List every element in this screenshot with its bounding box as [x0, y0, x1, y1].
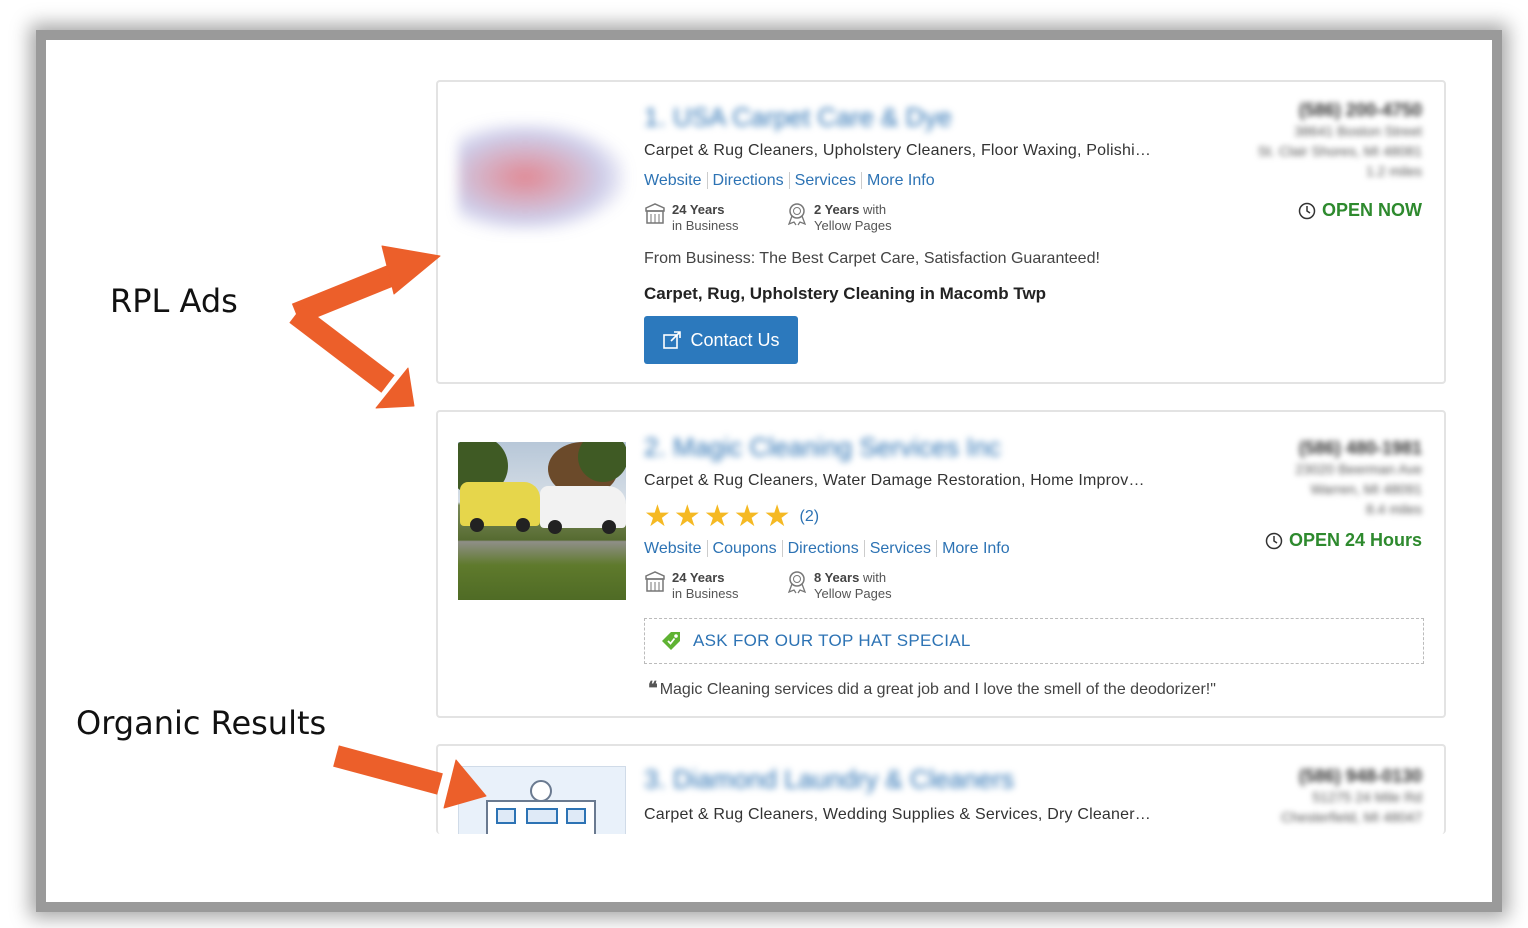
- storefront-icon: [645, 571, 665, 592]
- years-yp-label: Yellow Pages: [814, 586, 892, 601]
- services-link[interactable]: Services: [869, 540, 938, 557]
- listing-headline: Carpet, Rug, Upholstery Cleaning in Maco…: [644, 284, 1047, 303]
- review-text: Magic Cleaning services did a great job …: [659, 681, 1216, 698]
- business-photo[interactable]: [458, 442, 626, 600]
- external-edit-icon: [663, 331, 682, 349]
- business-placeholder-image[interactable]: [458, 766, 626, 834]
- review-snippet: ❝ Magic Cleaning services did a great job…: [648, 678, 1216, 699]
- open-status: OPEN NOW: [1298, 200, 1422, 221]
- street-address: 38641 Boston Street: [1294, 123, 1422, 139]
- years-yp-value: 8 Years: [814, 570, 860, 585]
- years-with-yp: 8 Years with Yellow Pages: [786, 570, 892, 602]
- years-yp-label: Yellow Pages: [814, 218, 892, 233]
- open-status: OPEN 24 Hours: [1265, 530, 1422, 551]
- business-logo[interactable]: [458, 122, 626, 232]
- contact-info: (586) 948-0130 51275 24 Mile Rd Chesterf…: [1281, 766, 1422, 827]
- price-tag-icon: [662, 632, 680, 650]
- listing-title[interactable]: 1. USA Carpet Care & Dye: [644, 102, 952, 133]
- directions-link[interactable]: Directions: [787, 540, 865, 557]
- building-icon: [486, 780, 596, 834]
- listing-links: Website Coupons Directions Services More Inf…: [644, 540, 1020, 558]
- quote-icon: ❝: [648, 678, 658, 698]
- phone-number[interactable]: (586) 948-0130: [1281, 766, 1422, 787]
- review-count[interactable]: (2): [800, 508, 820, 526]
- phone-number[interactable]: (586) 480-1981: [1295, 438, 1422, 459]
- more-info-link[interactable]: More Info: [867, 172, 940, 189]
- star-icon: ★: [763, 500, 791, 533]
- years-yp-value: 2 Years: [814, 202, 860, 217]
- website-link[interactable]: Website: [644, 172, 708, 189]
- listing-title[interactable]: 3. Diamond Laundry & Cleaners: [644, 764, 1014, 795]
- services-link[interactable]: Services: [794, 172, 863, 189]
- listing-card-3: 3. Diamond Laundry & Cleaners Carpet & R…: [436, 744, 1446, 834]
- years-business-label: in Business: [672, 586, 739, 601]
- city-address: St. Clair Shores, MI 48081: [1257, 143, 1422, 159]
- star-icon: ★: [644, 500, 671, 533]
- open-status-label: OPEN 24 Hours: [1288, 530, 1422, 550]
- star-icon: ★: [703, 500, 731, 533]
- street-address: 23020 Beerman Ave: [1295, 461, 1422, 477]
- years-with-yp: 2 Years with Yellow Pages: [786, 202, 892, 234]
- storefront-icon: [645, 203, 665, 224]
- award-ribbon-icon: [787, 571, 807, 594]
- annotation-rpl-ads: RPL Ads: [110, 282, 238, 320]
- star-icon: ★: [733, 500, 761, 533]
- years-yp-with: with: [862, 202, 887, 217]
- years-in-business: 24 Years in Business: [644, 202, 738, 234]
- contact-info: (586) 200-4750 38641 Boston Street St. C…: [1258, 100, 1422, 181]
- listing-categories: Carpet & Rug Cleaners, Upholstery Cleane…: [644, 142, 1152, 159]
- coupons-link[interactable]: Coupons: [712, 540, 783, 557]
- contact-us-label: Contact Us: [690, 329, 780, 350]
- years-business-value: 24 Years: [672, 570, 725, 585]
- coupon-text: ASK FOR OUR TOP HAT SPECIAL: [693, 631, 971, 650]
- listing-links: Website Directions Services More Info: [644, 172, 945, 190]
- listing-categories: Carpet & Rug Cleaners, Water Damage Rest…: [644, 472, 1145, 489]
- years-in-business: 24 Years in Business: [644, 570, 738, 602]
- years-business-value: 24 Years: [672, 202, 725, 217]
- contact-us-button[interactable]: Contact Us: [644, 316, 798, 364]
- website-link[interactable]: Website: [644, 540, 708, 557]
- contact-info: (586) 480-1981 23020 Beerman Ave Warren,…: [1295, 438, 1422, 519]
- distance: 1.2 miles: [1365, 163, 1422, 179]
- more-info-link[interactable]: More Info: [942, 540, 1015, 557]
- star-icon: ★: [673, 500, 701, 533]
- listing-title[interactable]: 2. Magic Cleaning Services Inc: [644, 432, 1001, 463]
- clock-icon: [1298, 202, 1316, 219]
- phone-number[interactable]: (586) 200-4750: [1258, 100, 1422, 121]
- coupon-banner[interactable]: ASK FOR OUR TOP HAT SPECIAL: [644, 618, 1424, 664]
- listing-card-2: 2. Magic Cleaning Services Inc Carpet & …: [436, 410, 1446, 718]
- rating-stars[interactable]: ★ ★ ★ ★ ★ (2): [644, 502, 819, 532]
- city-address: Warren, MI 48091: [1310, 481, 1422, 497]
- clock-icon: [1265, 532, 1283, 549]
- listing-categories: Carpet & Rug Cleaners, Wedding Supplies …: [644, 806, 1151, 823]
- directions-link[interactable]: Directions: [712, 172, 790, 189]
- from-business-text: From Business: The Best Carpet Care, Sat…: [644, 250, 1100, 267]
- years-business-label: in Business: [672, 218, 739, 233]
- annotation-organic-results: Organic Results: [76, 704, 327, 742]
- city-address: Chesterfield, MI 48047: [1281, 809, 1422, 825]
- distance: 8.4 miles: [1365, 501, 1422, 517]
- years-yp-with: with: [862, 570, 887, 585]
- street-address: 51275 24 Mile Rd: [1312, 789, 1422, 805]
- open-status-label: OPEN NOW: [1321, 200, 1422, 220]
- award-ribbon-icon: [787, 203, 807, 226]
- listing-card-1: 1. USA Carpet Care & Dye Carpet & Rug Cl…: [436, 80, 1446, 384]
